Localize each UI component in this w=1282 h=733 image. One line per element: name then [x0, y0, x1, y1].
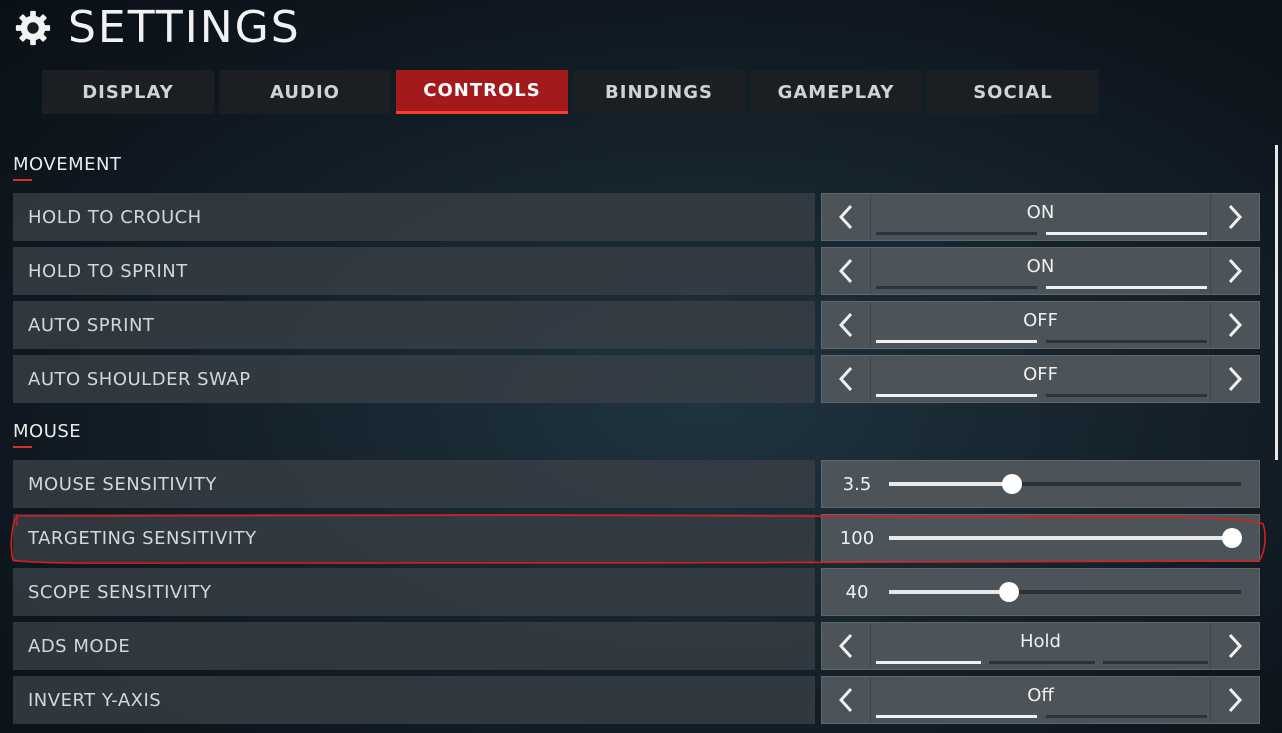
selected-value: ON — [1026, 256, 1055, 277]
toggle-selector: ON — [821, 247, 1260, 295]
slider-value: 3.5 — [842, 473, 872, 495]
toggle-selector: ON — [821, 193, 1260, 241]
setting-label: INVERT Y-AXIS — [13, 676, 815, 724]
page-header: SETTINGS — [14, 2, 301, 54]
chevron-left-icon — [838, 633, 853, 659]
selected-value: Hold — [1020, 631, 1061, 652]
previous-option-button[interactable] — [822, 356, 871, 402]
previous-option-button[interactable] — [822, 194, 871, 240]
tab-display[interactable]: DISPLAY — [42, 70, 214, 114]
selected-value: Off — [1027, 685, 1054, 706]
selected-value: OFF — [1023, 364, 1058, 385]
setting-row-auto-shoulder-swap: AUTO SHOULDER SWAP OFF — [13, 355, 1260, 403]
option-indicator-active — [876, 394, 1037, 397]
slider-handle[interactable] — [1002, 474, 1023, 494]
setting-row-auto-sprint: AUTO SPRINT OFF — [13, 301, 1260, 349]
toggle-selector: Off — [821, 676, 1260, 724]
next-option-button[interactable] — [1210, 302, 1259, 348]
tab-audio[interactable]: AUDIO — [219, 70, 391, 114]
chevron-left-icon — [838, 687, 853, 713]
section-underline — [13, 179, 32, 181]
slider-fill — [889, 482, 1013, 486]
slider-track[interactable] — [889, 582, 1241, 602]
tab-social[interactable]: SOCIAL — [927, 70, 1099, 114]
section-mouse-label: MOUSE — [13, 421, 82, 442]
slider-track[interactable] — [889, 528, 1243, 548]
section-movement-label: MOVEMENT — [13, 154, 122, 175]
chevron-right-icon — [1228, 687, 1243, 713]
slider-track[interactable] — [889, 474, 1241, 494]
slider-control: 40 — [821, 568, 1260, 616]
option-indicator — [876, 286, 1037, 289]
setting-row-mouse-sensitivity: MOUSE SENSITIVITY 3.5 — [13, 460, 1260, 508]
previous-option-button[interactable] — [822, 623, 871, 669]
chevron-right-icon — [1228, 258, 1243, 284]
next-option-button[interactable] — [1210, 248, 1259, 294]
setting-row-hold-to-crouch: HOLD TO CROUCH ON — [13, 193, 1260, 241]
tab-gameplay[interactable]: GAMEPLAY — [750, 70, 922, 114]
toggle-selector: OFF — [821, 301, 1260, 349]
toggle-selector: Hold — [821, 622, 1260, 670]
vertical-scrollbar[interactable] — [1275, 145, 1278, 460]
selected-value: ON — [1026, 202, 1055, 223]
chevron-left-icon — [838, 258, 853, 284]
section-underline — [13, 446, 32, 448]
chevron-right-icon — [1228, 204, 1243, 230]
setting-label: AUTO SPRINT — [13, 301, 815, 349]
setting-row-invert-y-axis: INVERT Y-AXIS Off — [13, 676, 1260, 724]
tab-controls[interactable]: CONTROLS — [396, 70, 568, 114]
option-indicator — [989, 661, 1095, 664]
section-heading-movement: MOVEMENT — [13, 154, 122, 181]
option-indicator-active — [1046, 232, 1207, 235]
chevron-left-icon — [838, 204, 853, 230]
option-indicator — [1046, 715, 1207, 718]
setting-label: MOUSE SENSITIVITY — [13, 460, 815, 508]
setting-label: ADS MODE — [13, 622, 815, 670]
option-indicator — [1103, 661, 1208, 664]
option-indicator — [1046, 340, 1207, 343]
slider-handle[interactable] — [998, 582, 1019, 602]
option-indicator — [1046, 394, 1207, 397]
option-indicator-active — [876, 715, 1037, 718]
setting-label: SCOPE SENSITIVITY — [13, 568, 815, 616]
chevron-left-icon — [838, 366, 853, 392]
slider-handle[interactable] — [1222, 528, 1243, 548]
setting-label: HOLD TO CROUCH — [13, 193, 815, 241]
setting-row-scope-sensitivity: SCOPE SENSITIVITY 40 — [13, 568, 1260, 616]
option-indicator-active — [876, 661, 981, 664]
setting-row-targeting-sensitivity: TARGETING SENSITIVITY 100 — [13, 514, 1260, 562]
slider-value: 100 — [839, 527, 875, 549]
selected-value: OFF — [1023, 310, 1058, 331]
previous-option-button[interactable] — [822, 677, 871, 723]
slider-fill — [889, 536, 1233, 540]
next-option-button[interactable] — [1210, 623, 1259, 669]
option-indicator-active — [876, 340, 1037, 343]
setting-row-hold-to-sprint: HOLD TO SPRINT ON — [13, 247, 1260, 295]
chevron-right-icon — [1228, 633, 1243, 659]
option-indicator — [876, 232, 1037, 235]
page-title: SETTINGS — [68, 2, 301, 53]
slider-value: 40 — [845, 581, 869, 603]
section-heading-mouse: MOUSE — [13, 421, 82, 448]
chevron-right-icon — [1228, 312, 1243, 338]
slider-control: 100 — [821, 514, 1260, 562]
previous-option-button[interactable] — [822, 302, 871, 348]
toggle-selector: OFF — [821, 355, 1260, 403]
next-option-button[interactable] — [1210, 356, 1259, 402]
option-indicator-active — [1046, 286, 1207, 289]
slider-control: 3.5 — [821, 460, 1260, 508]
chevron-left-icon — [838, 312, 853, 338]
setting-row-ads-mode: ADS MODE Hold — [13, 622, 1260, 670]
setting-label: TARGETING SENSITIVITY — [13, 514, 815, 562]
gear-icon — [15, 10, 51, 46]
next-option-button[interactable] — [1210, 194, 1259, 240]
tab-bindings[interactable]: BINDINGS — [573, 70, 745, 114]
setting-label: HOLD TO SPRINT — [13, 247, 815, 295]
previous-option-button[interactable] — [822, 248, 871, 294]
settings-tabs: DISPLAY AUDIO CONTROLS BINDINGS GAMEPLAY… — [42, 70, 1099, 114]
setting-label: AUTO SHOULDER SWAP — [13, 355, 815, 403]
next-option-button[interactable] — [1210, 677, 1259, 723]
chevron-right-icon — [1228, 366, 1243, 392]
slider-fill — [889, 590, 1009, 594]
